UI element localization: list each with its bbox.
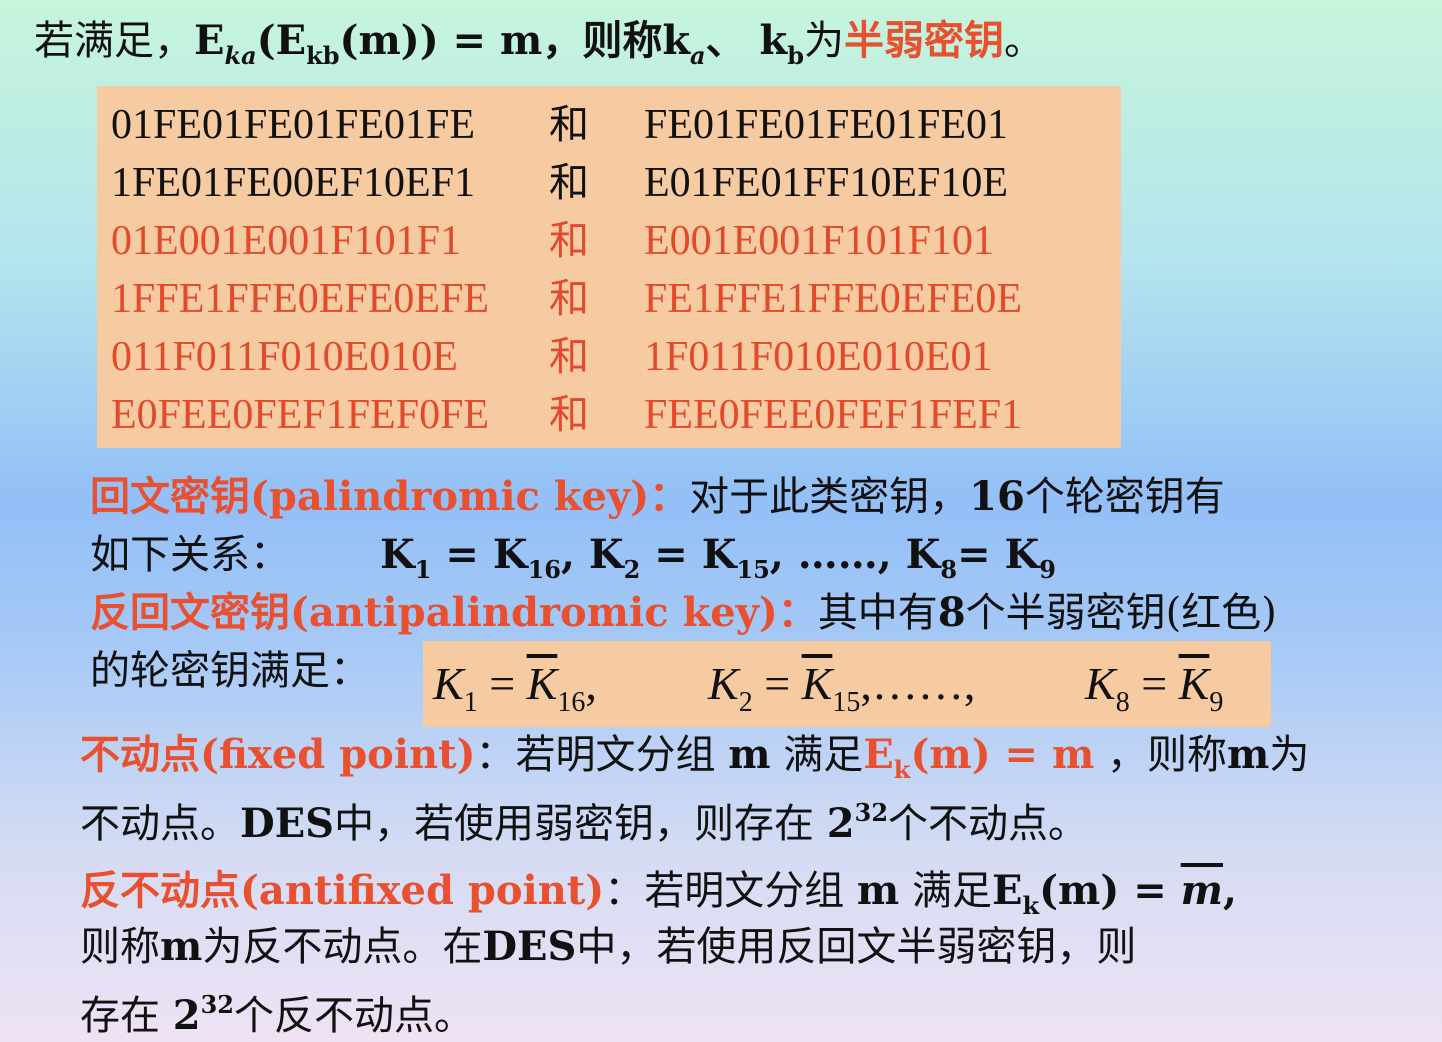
antifixed-point-term: 反不动点(antifixed point) (80, 867, 605, 914)
fixed-point-term: 不动点(fixed point) (80, 731, 476, 778)
antipalindromic-formula: K1 = K16, K2 = K15,……, K8 = K9 (423, 641, 1271, 727)
palindromic-key-term: 回文密钥(palindromic key)： (90, 473, 690, 520)
palindromic-key-line-1: 回文密钥(palindromic key)：对于此类密钥，16个轮密钥有 (90, 473, 1225, 520)
palindromic-relation: K1 = K16, K2 = K15, ……, K8= K9 (380, 531, 1056, 584)
antipalindromic-key-line-1: 反回文密钥(antipalindromic key)：其中有8个半弱密钥(红色) (90, 589, 1277, 636)
antipalindromic-key-line-2: 的轮密钥满足： (90, 648, 370, 694)
palindromic-key-line-2: 如下关系： K1 = K16, K2 = K15, ……, K8= K9 (90, 531, 1056, 584)
antifixed-point-line-3: 存在 232个反不动点。 (80, 990, 474, 1039)
top-statement: 若满足，Eka(Ekb(m)) = m，则称ka、 kb为半弱密钥。 (34, 17, 1045, 70)
semi-weak-key-term: 半弱密钥 (844, 17, 1005, 64)
antipalindromic-key-term: 反回文密钥(antipalindromic key)： (90, 589, 818, 636)
antifixed-point-line-2: 则称m为反不动点。在DES中，若使用反回文半弱密钥，则 (80, 923, 1137, 970)
fixed-point-line-2: 不动点。DES中，若使用弱密钥，则存在 232个不动点。 (80, 798, 1089, 847)
fixed-point-line-1: 不动点(fixed point)：若明文分组 m 满足Ek(m) = m ，则称… (80, 731, 1310, 784)
semi-weak-key-table: 01FE01FE01FE01FE 和 FE01FE01FE01FE01 1FE0… (97, 86, 1121, 448)
